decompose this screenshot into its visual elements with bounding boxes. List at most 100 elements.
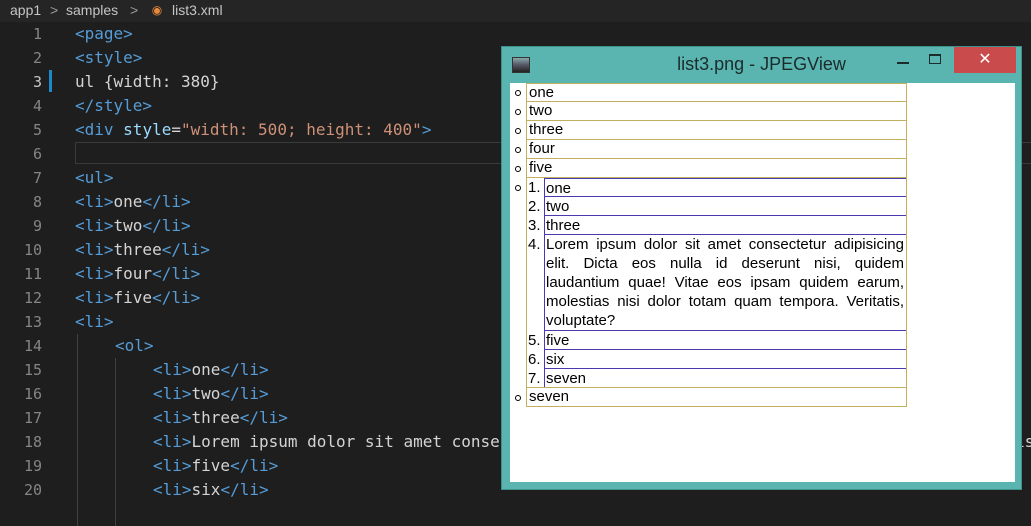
maximize-icon	[929, 54, 941, 64]
code-token: </li>	[142, 192, 191, 211]
code-token: two	[191, 384, 221, 403]
list-item: one	[526, 83, 907, 102]
image-canvas: one two three four five 1. one 2. two 3.…	[510, 83, 1015, 482]
list-item: two	[526, 102, 907, 121]
code-line-4: </style>	[75, 94, 152, 118]
code-line-8: <li>one</li>	[75, 190, 191, 214]
code-line-17: <li>three</li>	[153, 406, 288, 430]
code-token: <li>	[75, 288, 114, 307]
code-line-5: <div style="width: 500; height: 400">	[75, 118, 431, 142]
line-number: 6	[32, 145, 42, 163]
breadcrumb-separator: >	[50, 2, 59, 18]
code-token: </li>	[230, 456, 279, 475]
bullet-icon	[515, 166, 521, 172]
minimize-button[interactable]	[888, 47, 918, 73]
bullet-icon	[515, 90, 521, 96]
line-number: 17	[23, 409, 42, 427]
code-token: <style>	[75, 48, 143, 67]
rss-icon: ◉	[151, 3, 163, 17]
window-titlebar[interactable]: list3.png - JPEGView ✕	[502, 47, 1021, 81]
code-token: five	[191, 456, 231, 475]
code-token: one	[191, 360, 221, 379]
list-item: four	[526, 140, 907, 159]
code-token: </li>	[161, 240, 210, 259]
code-line-18: <li>Lorem ipsum dolor sit amet conse	[153, 430, 500, 454]
line-number: 9	[32, 217, 42, 235]
code-token: <ul>	[75, 168, 114, 187]
maximize-button[interactable]	[920, 47, 950, 73]
bullet-icon	[515, 395, 521, 401]
code-token: three	[191, 408, 240, 427]
code-token: one	[113, 192, 143, 211]
code-token: <ol>	[115, 336, 154, 355]
breadcrumb-item-file[interactable]: list3.xml	[172, 0, 223, 20]
code-token: </li>	[220, 384, 269, 403]
code-token: style	[123, 120, 172, 139]
indent-guide	[115, 358, 116, 526]
code-token: <li>	[153, 480, 192, 499]
code-token: four	[113, 264, 153, 283]
line-number-active: 3	[32, 73, 42, 91]
code-token: <page>	[75, 24, 133, 43]
line-number: 20	[23, 481, 42, 499]
code-line-9: <li>two</li>	[75, 214, 191, 238]
code-token: <li>	[153, 360, 192, 379]
code-token: </li>	[220, 480, 269, 499]
line-number: 5	[32, 121, 42, 139]
line-number: 19	[23, 457, 42, 475]
bullet-icon	[515, 185, 521, 191]
code-token: </li>	[220, 360, 269, 379]
active-line-indicator	[49, 70, 52, 92]
breadcrumb: app1 > samples > ◉ list3.xml	[0, 0, 1031, 22]
breadcrumb-separator: >	[130, 2, 139, 18]
code-token: </li>	[239, 408, 288, 427]
code-token: <li>	[153, 456, 192, 475]
list-item-nested-container	[526, 178, 907, 388]
code-token: </style>	[75, 96, 153, 115]
code-token: "width: 500; height: 400"	[180, 120, 422, 139]
code-token: three	[113, 240, 162, 259]
code-line-20: <li>six</li>	[153, 478, 269, 502]
line-number: 1	[32, 25, 42, 43]
code-token: </li>	[152, 288, 201, 307]
close-button[interactable]: ✕	[954, 47, 1016, 73]
code-token: five	[113, 288, 153, 307]
code-line-19: <li>five</li>	[153, 454, 278, 478]
code-token: <li>	[75, 240, 114, 259]
code-line-1: <page>	[75, 22, 133, 46]
list-item: five	[526, 159, 907, 178]
line-number: 4	[32, 97, 42, 115]
close-icon: ✕	[978, 51, 992, 68]
image-viewer-window[interactable]: list3.png - JPEGView ✕ one two three fou…	[501, 46, 1022, 490]
code-line-3: ul {width: 380}	[75, 70, 220, 94]
line-number: 7	[32, 169, 42, 187]
line-number: 12	[23, 289, 42, 307]
code-token: <li>	[153, 432, 192, 451]
code-token: </li>	[142, 216, 191, 235]
line-number: 2	[32, 49, 42, 67]
code-line-10: <li>three</li>	[75, 238, 210, 262]
code-token: >	[421, 120, 432, 139]
code-token: <li>	[75, 264, 114, 283]
code-token: two	[113, 216, 143, 235]
line-number: 8	[32, 193, 42, 211]
list-item: seven	[526, 388, 907, 407]
breadcrumb-item-app1[interactable]: app1	[10, 0, 41, 20]
code-token: <li>	[75, 216, 114, 235]
code-line-14: <ol>	[115, 334, 154, 358]
code-line-13: <li>	[75, 310, 114, 334]
line-number: 14	[23, 337, 42, 355]
line-number: 18	[23, 433, 42, 451]
line-number: 10	[23, 241, 42, 259]
code-line-7: <ul>	[75, 166, 114, 190]
line-number: 13	[23, 313, 42, 331]
code-token: </li>	[152, 264, 201, 283]
minimize-icon	[897, 62, 909, 64]
code-token: <li>	[75, 192, 114, 211]
code-token: six	[191, 480, 221, 499]
bullet-icon	[515, 128, 521, 134]
line-number: 16	[23, 385, 42, 403]
code-token: <li>	[153, 408, 192, 427]
code-line-11: <li>four</li>	[75, 262, 200, 286]
breadcrumb-item-samples[interactable]: samples	[66, 0, 118, 20]
